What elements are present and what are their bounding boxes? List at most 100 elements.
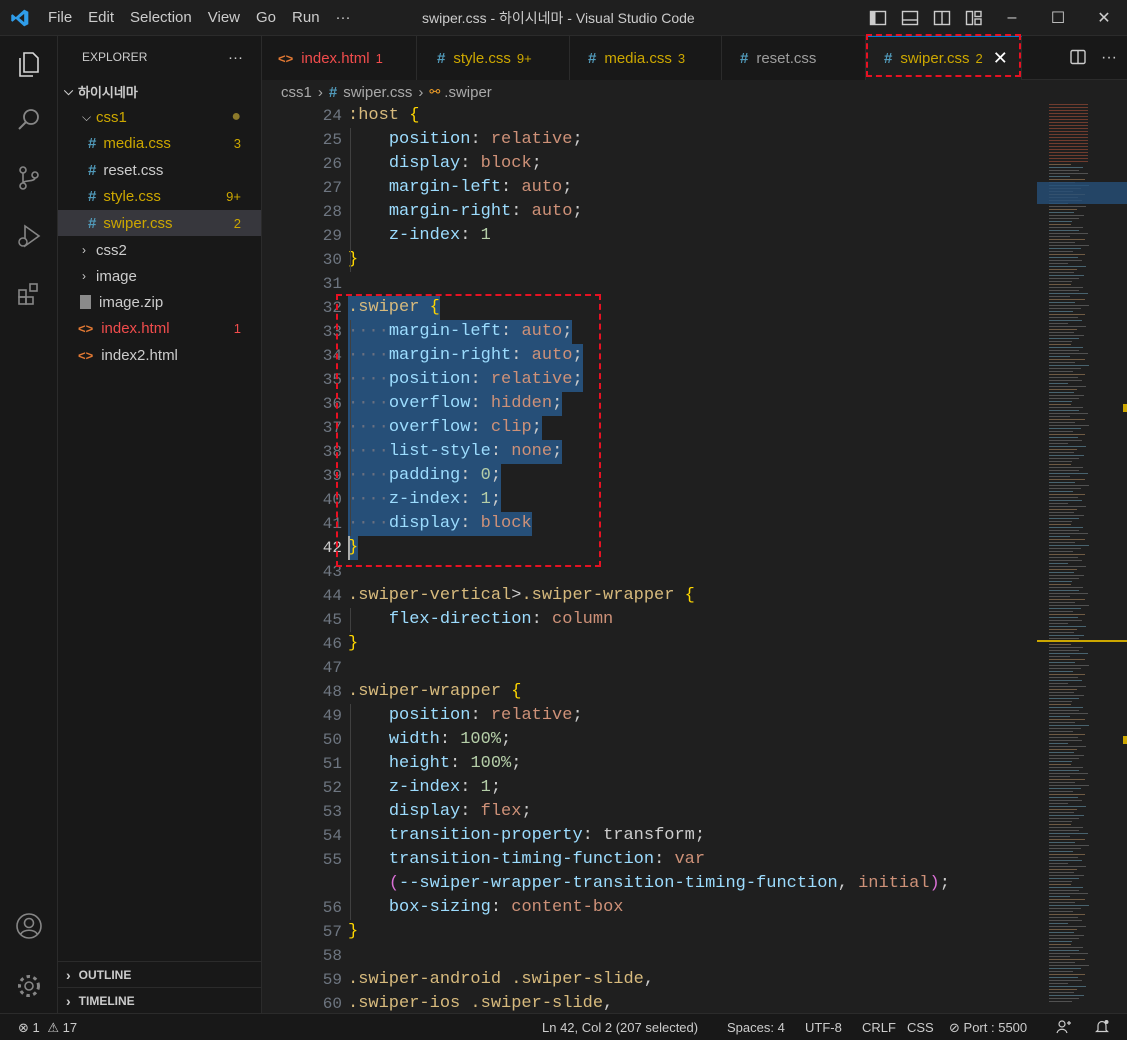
problems-indicator[interactable]: ⊗ 1 ⚠ 17 — [18, 1014, 77, 1040]
minimap-line — [1049, 776, 1070, 777]
notifications-bell-icon[interactable] — [1094, 1014, 1110, 1040]
close-button[interactable]: ✕ — [1081, 0, 1127, 36]
menu-file[interactable]: File — [40, 0, 80, 36]
timeline-section[interactable]: › TIMELINE — [58, 987, 261, 1013]
code-line: } — [348, 922, 359, 941]
minimap-line — [1049, 587, 1084, 588]
minimap-line — [1049, 404, 1071, 405]
window-controls: – ☐ ✕ — [989, 0, 1127, 36]
minimap-line — [1049, 782, 1076, 783]
minimap-line — [1049, 683, 1069, 684]
explorer-icon[interactable] — [0, 38, 58, 90]
customize-layout-icon[interactable] — [964, 8, 984, 28]
tree-folder-css2[interactable]: › css2 — [58, 237, 261, 263]
tab-index-html[interactable]: <> index.html 1 — [262, 36, 417, 80]
indentation[interactable]: Spaces: 4 — [727, 1014, 785, 1040]
run-and-debug-icon[interactable] — [0, 210, 58, 262]
breadcrumb-symbol[interactable]: .swiper — [444, 84, 492, 101]
minimap-line — [1049, 383, 1069, 384]
minimap-line — [1049, 416, 1070, 417]
minimap-line — [1049, 755, 1085, 756]
minimap-line — [1049, 425, 1089, 426]
code-line: transition-property: transform; — [388, 826, 706, 845]
account-icon[interactable] — [0, 900, 58, 952]
toggle-panel-icon[interactable] — [900, 8, 920, 28]
minimap-line — [1049, 467, 1084, 468]
minimap[interactable] — [1037, 104, 1127, 1013]
search-icon[interactable] — [0, 94, 58, 146]
menu-more[interactable]: ··· — [328, 0, 359, 36]
menu-go[interactable]: Go — [248, 0, 284, 36]
minimap-line — [1049, 938, 1079, 939]
tree-file-reset-css[interactable]: # reset.css — [58, 157, 261, 183]
minimap-line — [1049, 824, 1071, 825]
workspace-root[interactable]: ⌵ 하이시네마 — [58, 78, 261, 104]
chevron-right-icon: › — [317, 83, 323, 101]
encoding[interactable]: UTF-8 — [805, 1014, 842, 1040]
tab-label: index.html — [301, 49, 370, 67]
tab-media-css[interactable]: # media.css 3 — [570, 36, 722, 80]
minimap-line — [1049, 419, 1085, 420]
tree-folder-image[interactable]: › image — [58, 263, 261, 289]
menu-edit[interactable]: Edit — [80, 0, 122, 36]
menu-run[interactable]: Run — [284, 0, 328, 36]
minimap-line — [1049, 584, 1071, 585]
tree-file-style-css[interactable]: # style.css 9+ — [58, 183, 261, 209]
minimap-line — [1049, 833, 1088, 834]
accounts-icon[interactable] — [1056, 1014, 1072, 1040]
minimap-line — [1049, 653, 1088, 654]
menu-view[interactable]: View — [200, 0, 248, 36]
minimap-line — [1049, 575, 1085, 576]
minimap-line — [1049, 593, 1088, 594]
minimap-line — [1049, 764, 1071, 765]
minimap-line — [1049, 659, 1085, 660]
manage-gear-icon[interactable] — [0, 960, 58, 1012]
tab-style-css[interactable]: # style.css 9+ — [417, 36, 570, 80]
minimap-line — [1049, 707, 1084, 708]
minimize-button[interactable]: – — [989, 0, 1035, 36]
tree-file-index-html[interactable]: <> index.html 1 — [58, 315, 261, 341]
minimap-line — [1049, 296, 1070, 297]
menu-selection[interactable]: Selection — [122, 0, 200, 36]
cursor-position[interactable]: Ln 42, Col 2 (207 selected) — [542, 1014, 698, 1040]
css-file-icon: # — [88, 161, 97, 179]
minimap-line — [1049, 251, 1074, 252]
toggle-secondary-sidebar-icon[interactable] — [932, 8, 952, 28]
live-server[interactable]: ⊘ Port : 5500 — [949, 1014, 1027, 1040]
minimap-line — [1049, 758, 1079, 759]
maximize-button[interactable]: ☐ — [1035, 0, 1081, 36]
minimap-line — [1049, 635, 1085, 636]
split-editor-icon[interactable] — [1069, 48, 1087, 69]
minimap-line — [1049, 983, 1069, 984]
css-file-icon: # — [437, 49, 446, 67]
breadcrumb-file[interactable]: swiper.css — [343, 84, 412, 101]
tree-folder-css1[interactable]: ⌵ css1 ● — [58, 104, 261, 130]
minimap-line — [1049, 257, 1078, 258]
minimap-line — [1049, 716, 1070, 717]
explorer-more-button[interactable]: ··· — [228, 49, 243, 66]
minimap-line — [1049, 161, 1088, 162]
tree-file-swiper-css[interactable]: # swiper.css 2 — [58, 210, 261, 236]
source-control-icon[interactable] — [0, 152, 58, 204]
minimap-line — [1049, 974, 1086, 975]
toggle-primary-sidebar-icon[interactable] — [868, 8, 888, 28]
minimap-line — [1049, 488, 1081, 489]
tree-file-image-zip[interactable]: image.zip — [58, 289, 261, 315]
code-line: position: relative; — [388, 130, 583, 149]
tab-reset-css[interactable]: # reset.css — [722, 36, 866, 80]
tab-problem-count: 3 — [677, 50, 686, 66]
outline-section[interactable]: › OUTLINE — [58, 961, 261, 987]
language-mode[interactable]: CSS — [907, 1014, 934, 1040]
tree-file-index2-html[interactable]: <> index2.html — [58, 342, 261, 368]
code-line: .swiper-vertical>.swiper-wrapper { — [348, 586, 695, 605]
end-of-line[interactable]: CRLF — [862, 1014, 896, 1040]
minimap-line — [1049, 695, 1085, 696]
code-line: .swiper-android .swiper-slide, — [348, 970, 655, 989]
minimap-line — [1049, 260, 1082, 261]
extensions-icon[interactable] — [0, 268, 58, 320]
minimap-line — [1049, 602, 1076, 603]
breadcrumb-folder[interactable]: css1 — [281, 84, 312, 101]
tree-file-media-css[interactable]: # media.css 3 — [58, 130, 261, 156]
minimap-line — [1049, 122, 1088, 123]
more-actions-icon[interactable]: ··· — [1101, 49, 1117, 67]
